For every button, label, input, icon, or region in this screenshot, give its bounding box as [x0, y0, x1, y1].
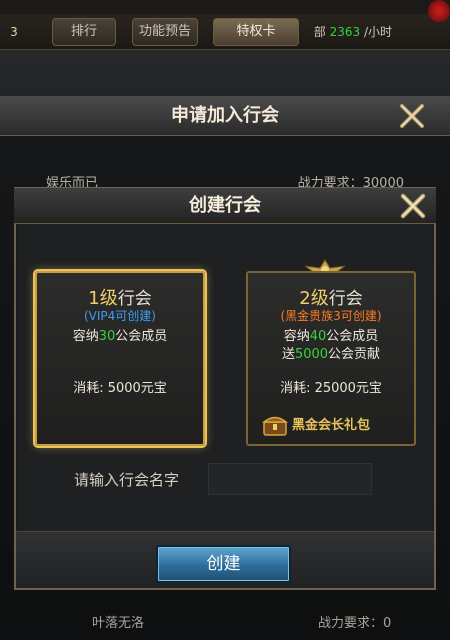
top-bar: 3 排行 功能预告 特权卡 部 2363 /小时 — [0, 0, 450, 50]
contribution-prefix: 送 — [281, 347, 295, 362]
vip-gift-pack-label[interactable]: 黑金会长礼包 — [262, 413, 402, 439]
join-guild-close-icon[interactable] — [398, 102, 426, 130]
capacity-value: 40 — [309, 329, 327, 344]
card-contribution: 送5000公会贡献 — [248, 343, 414, 362]
contribution-suffix: 公会贡献 — [328, 347, 381, 362]
capacity-prefix: 容纳 — [72, 329, 99, 344]
guild-name-label: 请输入行会名字 — [74, 471, 180, 489]
capacity-prefix: 容纳 — [283, 329, 310, 344]
contribution-value: 5000 — [294, 347, 329, 362]
card-requirement: (黑金贵族3可创建) — [280, 309, 382, 323]
guild-name: 叶落无洛 — [92, 616, 145, 631]
create-guild-title: 创建行会 — [189, 195, 261, 216]
requirement-label: 战力要求： — [318, 616, 384, 631]
card-level: 1级 — [88, 288, 118, 309]
red-orb-icon[interactable] — [428, 0, 450, 22]
side-badge[interactable]: 3 — [0, 18, 28, 46]
join-guild-title: 申请加入行会 — [171, 105, 279, 126]
tab-privilege-card[interactable]: 特权卡 — [213, 18, 299, 46]
capacity-suffix: 公会成员 — [326, 329, 379, 344]
card-level: 2级 — [299, 288, 329, 309]
tab-feature-preview[interactable]: 功能预告 — [132, 18, 198, 46]
card-cost: 消耗: 5000元宝 — [73, 381, 167, 396]
hourly-rate: 部 2363 /小时 — [314, 18, 392, 46]
card-capacity: 容纳40公会成员 — [248, 325, 414, 344]
tab-rank[interactable]: 排行 — [52, 18, 116, 46]
guild-requirement: 战力要求：0 — [318, 612, 391, 631]
card-requirement: (VIP4可创建) — [84, 309, 156, 323]
rate-suffix: /小时 — [363, 25, 392, 39]
rate-value: 2363 — [329, 25, 361, 39]
top-info-row — [0, 0, 450, 14]
capacity-suffix: 公会成员 — [115, 329, 168, 344]
requirement-value: 0 — [383, 616, 392, 631]
card-capacity: 容纳30公会成员 — [37, 325, 203, 344]
card-cost: 消耗: 25000元宝 — [280, 381, 382, 396]
close-icon[interactable] — [398, 191, 428, 221]
guild-level-1-card[interactable]: 1级行会 (VIP4可创建) 容纳30公会成员 消耗: 5000元宝 — [35, 271, 205, 446]
rate-prefix: 部 — [313, 25, 326, 39]
card-label: 行会 — [328, 289, 363, 309]
card-label: 行会 — [117, 289, 152, 309]
create-button[interactable]: 创建 — [156, 545, 291, 583]
capacity-value: 30 — [98, 329, 116, 344]
guild-name-input[interactable] — [208, 463, 372, 495]
